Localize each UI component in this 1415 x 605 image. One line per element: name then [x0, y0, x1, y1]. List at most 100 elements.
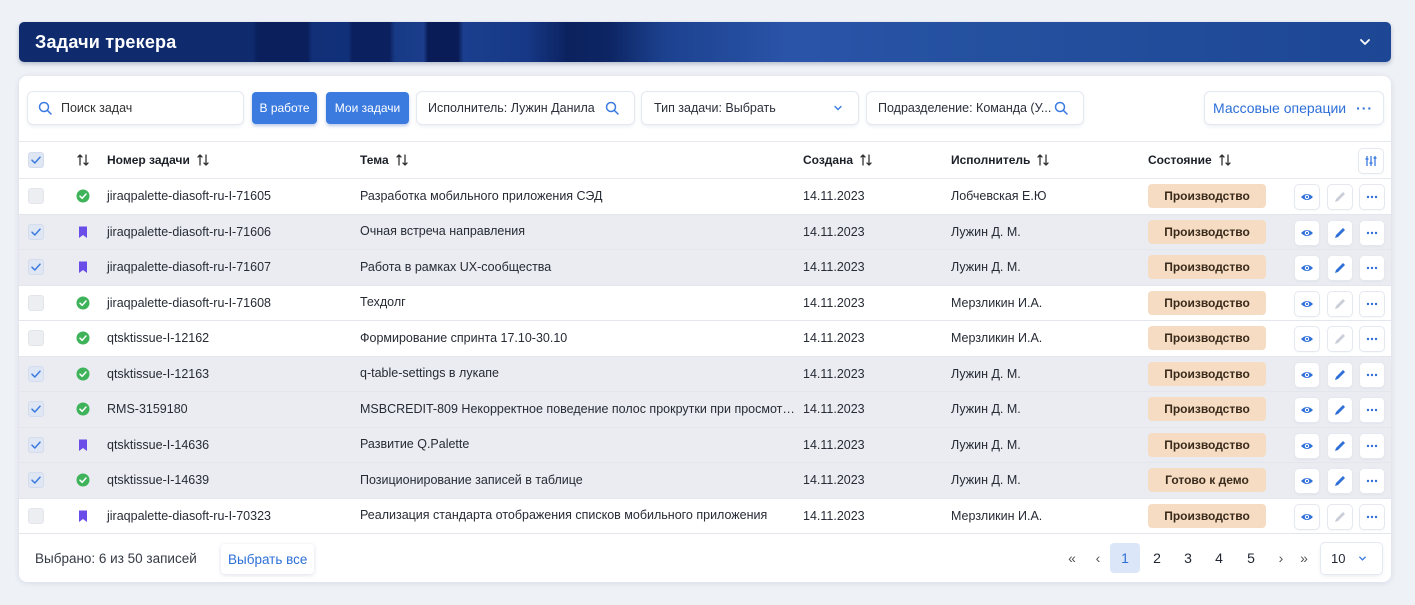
edit-button[interactable] — [1328, 327, 1352, 351]
task-number[interactable]: jiraqpalette-diasoft-ru-I-71608 — [107, 286, 271, 321]
row-checkbox[interactable] — [28, 179, 44, 214]
table-row[interactable]: jiraqpalette-diasoft-ru-I-71605 Разработ… — [19, 179, 1391, 215]
sort-type-icon[interactable] — [76, 142, 90, 178]
task-number[interactable]: jiraqpalette-diasoft-ru-I-70323 — [107, 499, 271, 534]
table-row[interactable]: jiraqpalette-diasoft-ru-I-71607 Работа в… — [19, 250, 1391, 286]
table-row[interactable]: jiraqpalette-diasoft-ru-I-71608 Техдолг … — [19, 286, 1391, 321]
edit-button[interactable] — [1328, 469, 1352, 493]
row-checkbox[interactable] — [28, 499, 44, 534]
row-more-button[interactable] — [1360, 220, 1384, 245]
view-button[interactable] — [1295, 220, 1319, 245]
view-button[interactable] — [1295, 362, 1319, 387]
row-checkbox[interactable] — [28, 286, 44, 321]
my-tasks-button[interactable]: Мои задачи — [326, 92, 409, 124]
row-checkbox[interactable] — [28, 392, 44, 427]
status-badge: Производство — [1148, 286, 1266, 321]
first-page-button[interactable]: « — [1062, 543, 1082, 573]
eye-icon — [1301, 371, 1313, 378]
task-number[interactable]: qtsktissue-I-14639 — [107, 463, 209, 498]
task-created: 14.11.2023 — [803, 260, 865, 275]
chevron-down-icon[interactable] — [1357, 34, 1373, 50]
task-created: 14.11.2023 — [803, 189, 865, 204]
table-row[interactable]: qtsktissue-I-12163 q-table-settings в лу… — [19, 356, 1391, 392]
table-row[interactable]: RMS-3159180 MSBCREDIT-809 Некорректное п… — [19, 392, 1391, 428]
department-filter[interactable]: Подразделение: Команда (У... — [867, 92, 1083, 124]
prev-page-button[interactable]: ‹ — [1088, 543, 1108, 573]
task-assignee: Мерзликин И.А. — [951, 295, 1043, 310]
search-icon — [38, 101, 52, 115]
task-number[interactable]: qtsktissue-I-12163 — [107, 357, 209, 392]
edit-button[interactable] — [1328, 398, 1352, 422]
edit-button[interactable] — [1328, 220, 1352, 245]
row-more-button[interactable] — [1360, 291, 1384, 316]
page-button-1[interactable]: 1 — [1110, 543, 1140, 573]
edit-button[interactable] — [1328, 185, 1352, 209]
row-checkbox[interactable] — [28, 463, 44, 498]
row-more-button[interactable] — [1360, 362, 1384, 387]
task-number[interactable]: qtsktissue-I-14636 — [107, 428, 209, 463]
row-checkbox[interactable] — [28, 357, 44, 392]
page-button-2[interactable]: 2 — [1147, 543, 1167, 573]
column-created[interactable]: Создана — [803, 142, 873, 178]
view-button[interactable] — [1295, 327, 1319, 351]
select-all-button[interactable]: Выбрать все — [221, 544, 315, 574]
view-button[interactable] — [1295, 185, 1319, 209]
task-assignee: Лужин Д. М. — [951, 260, 1021, 275]
edit-button[interactable] — [1328, 362, 1352, 387]
row-more-button[interactable] — [1360, 327, 1384, 351]
column-status[interactable]: Состояние — [1148, 142, 1232, 178]
row-more-button[interactable] — [1360, 504, 1384, 529]
page-size-select[interactable]: 10 — [1321, 543, 1382, 574]
view-button[interactable] — [1295, 291, 1319, 316]
table-row[interactable]: jiraqpalette-diasoft-ru-I-70323 Реализац… — [19, 499, 1391, 534]
page-button-3[interactable]: 3 — [1178, 543, 1198, 573]
last-page-button[interactable]: » — [1294, 543, 1314, 573]
row-more-button[interactable] — [1360, 256, 1384, 280]
task-subject: Работа в рамках UX-сообщества — [360, 259, 552, 274]
page-button-4[interactable]: 4 — [1209, 543, 1229, 573]
task-type-select[interactable]: Тип задачи: Выбрать — [642, 92, 858, 124]
select-all-checkbox[interactable] — [28, 142, 44, 178]
in-work-button[interactable]: В работе — [252, 92, 317, 124]
assignee-filter[interactable]: Исполнитель: Лужин Данила — [417, 92, 634, 124]
edit-button[interactable] — [1328, 256, 1352, 280]
next-page-button[interactable]: › — [1271, 543, 1291, 573]
view-button[interactable] — [1295, 433, 1319, 458]
task-number[interactable]: jiraqpalette-diasoft-ru-I-71605 — [107, 179, 271, 214]
column-number[interactable]: Номер задачи — [107, 142, 210, 178]
search-input[interactable]: Поиск задач — [28, 92, 243, 124]
row-more-button[interactable] — [1360, 398, 1384, 422]
column-assignee[interactable]: Исполнитель — [951, 142, 1050, 178]
page-button-5[interactable]: 5 — [1241, 543, 1261, 573]
row-more-button[interactable] — [1360, 469, 1384, 493]
pencil-icon — [1335, 476, 1345, 486]
mass-operations-button[interactable]: Массовые операции ··· — [1205, 92, 1383, 124]
view-button[interactable] — [1295, 504, 1319, 529]
edit-button[interactable] — [1328, 433, 1352, 458]
row-checkbox[interactable] — [28, 321, 44, 356]
row-checkbox[interactable] — [28, 215, 44, 250]
edit-button[interactable] — [1328, 504, 1352, 529]
row-checkbox[interactable] — [28, 428, 44, 463]
table-settings-button[interactable] — [1359, 149, 1383, 173]
row-checkbox[interactable] — [28, 250, 44, 285]
row-more-button[interactable] — [1360, 433, 1384, 458]
table-row[interactable]: qtsktissue-I-12162 Формирование спринта … — [19, 321, 1391, 357]
task-number[interactable]: qtsktissue-I-12162 — [107, 321, 209, 356]
task-number[interactable]: jiraqpalette-diasoft-ru-I-71606 — [107, 215, 271, 250]
table-row[interactable]: qtsktissue-I-14636 Развитие Q.Palette 14… — [19, 427, 1391, 463]
table-row[interactable]: jiraqpalette-diasoft-ru-I-71606 Очная вс… — [19, 214, 1391, 250]
row-more-button[interactable] — [1360, 185, 1384, 209]
section-header[interactable]: Задачи трекера — [19, 22, 1391, 62]
search-icon[interactable] — [605, 101, 619, 115]
view-button[interactable] — [1295, 398, 1319, 422]
table-row[interactable]: qtsktissue-I-14639 Позиционирование запи… — [19, 463, 1391, 499]
view-button[interactable] — [1295, 256, 1319, 280]
task-number[interactable]: RMS-3159180 — [107, 392, 188, 427]
edit-button[interactable] — [1328, 291, 1352, 316]
search-icon[interactable] — [1054, 101, 1068, 115]
view-button[interactable] — [1295, 469, 1319, 493]
column-subject[interactable]: Тема — [360, 142, 409, 178]
task-number[interactable]: jiraqpalette-diasoft-ru-I-71607 — [107, 250, 271, 285]
status-badge: Производство — [1148, 215, 1266, 250]
